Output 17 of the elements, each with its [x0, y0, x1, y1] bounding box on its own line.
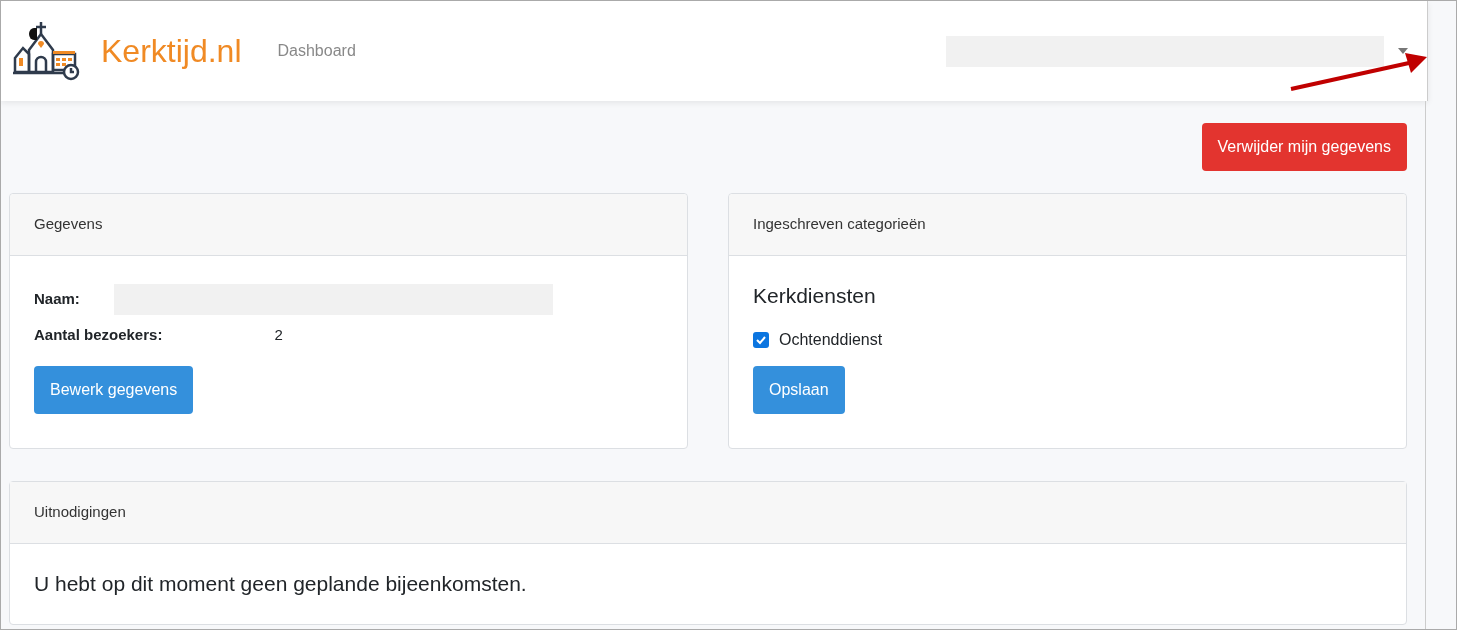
church-calendar-logo-icon: [11, 20, 81, 82]
category-heading: Kerkdiensten: [753, 283, 877, 309]
empty-message: U hebt op dit moment geen geplande bijeenkomsten.: [34, 571, 528, 597]
card-title: Gegevens: [34, 214, 103, 235]
field-label: Aantal bezoekers:: [34, 324, 163, 345]
card-title: Ingeschreven categorieën: [753, 214, 926, 235]
checkbox[interactable]: [753, 331, 769, 348]
field-label: Naam:: [34, 288, 80, 309]
checkbox-label: Ochtenddienst: [779, 329, 883, 350]
brand-name[interactable]: Kerktijd.nl: [101, 27, 242, 75]
edit-details-button[interactable]: Bewerk gegevens: [34, 366, 194, 414]
card-title: Uitnodigingen: [34, 502, 126, 523]
save-button[interactable]: Opslaan: [753, 365, 845, 414]
nav-link[interactable]: Dashboard: [277, 39, 356, 63]
dropdown-caret-icon[interactable]: [1398, 48, 1408, 54]
field-value: 2: [274, 324, 283, 345]
delete-data-button[interactable]: Verwijder mijn gegevens: [1201, 123, 1407, 171]
